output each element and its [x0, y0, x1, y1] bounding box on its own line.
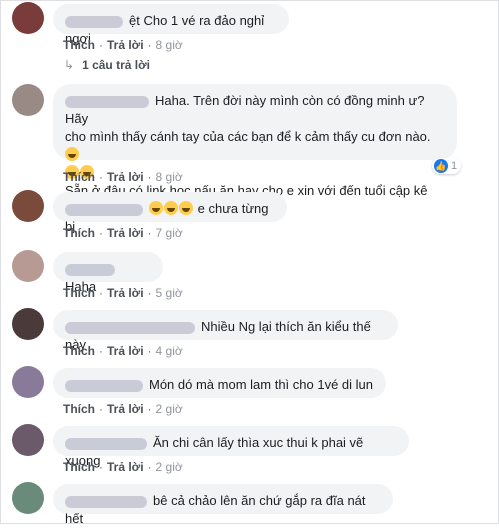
- reply-link[interactable]: Trả lời: [107, 344, 144, 358]
- comment-actions: Thích · Trả lời · 4 giờ: [63, 344, 183, 358]
- timestamp[interactable]: 7 giờ: [156, 226, 183, 240]
- comment-bubble: e chưa từng bị: [53, 192, 287, 234]
- comment-actions: Thích · Trả lời · 8 giờ: [63, 38, 183, 52]
- laughing-emoji-icon: [149, 201, 163, 215]
- comment-bubble: Món dó mà mom lam thì cho 1vé di lun: [53, 368, 386, 398]
- comment-bubble: Haha. Trên đời này mình còn có đồng minh…: [53, 84, 457, 216]
- reply-link[interactable]: Trả lời: [107, 226, 144, 240]
- avatar[interactable]: [12, 308, 44, 340]
- avatar[interactable]: [12, 424, 44, 456]
- comment-actions: Thích · Trả lời · 5 giờ: [63, 286, 183, 300]
- timestamp[interactable]: 8 giờ: [156, 38, 183, 52]
- laughing-emoji-icon: [65, 147, 79, 161]
- comment-bubble: ệt Cho 1 vé ra đảo nghỉ ngơi: [53, 4, 289, 46]
- reply-link[interactable]: Trả lời: [107, 38, 144, 52]
- avatar[interactable]: [12, 190, 44, 222]
- timestamp[interactable]: 2 giờ: [156, 402, 183, 416]
- comment-bubble: Nhiều Ng lại thích ăn kiểu thế này: [53, 310, 398, 352]
- reaction-count[interactable]: 👍 1: [432, 158, 462, 174]
- comment-text: Món dó mà mom lam thì cho 1vé di lun: [149, 377, 373, 392]
- avatar[interactable]: [12, 482, 44, 514]
- comment-actions: Thích · Trả lời · 2 giờ: [63, 460, 183, 474]
- reply-arrow-icon: ↳: [64, 58, 75, 72]
- author-name-blurred[interactable]: [65, 15, 123, 28]
- reply-link[interactable]: Trả lời: [107, 286, 144, 300]
- like-link[interactable]: Thích: [63, 344, 95, 358]
- laughing-emoji-icon: [179, 201, 193, 215]
- like-icon: 👍: [434, 159, 448, 173]
- comment-actions: Thích · Trả lời · 8 giờ: [63, 170, 183, 184]
- comment-actions: Thích · Trả lời · 7 giờ: [63, 226, 183, 240]
- like-link[interactable]: Thích: [63, 226, 95, 240]
- comment-actions: Thích · Trả lời · 2 giờ: [63, 402, 183, 416]
- avatar[interactable]: [12, 366, 44, 398]
- comment-text-line2: cho mình thấy cánh tay của các bạn để k …: [65, 129, 431, 144]
- author-name-blurred[interactable]: [65, 495, 147, 508]
- like-link[interactable]: Thích: [63, 402, 95, 416]
- timestamp[interactable]: 5 giờ: [156, 286, 183, 300]
- author-name-blurred[interactable]: [65, 203, 143, 216]
- timestamp[interactable]: 4 giờ: [156, 344, 183, 358]
- laughing-emoji-icon: [164, 201, 178, 215]
- author-name-blurred[interactable]: [65, 379, 143, 392]
- author-name-blurred[interactable]: [65, 95, 149, 108]
- author-name-blurred[interactable]: [65, 437, 147, 450]
- view-replies-link[interactable]: ↳ 1 câu trả lời: [64, 58, 150, 72]
- author-name-blurred[interactable]: [65, 263, 115, 276]
- reply-link[interactable]: Trả lời: [107, 402, 144, 416]
- avatar[interactable]: [12, 250, 44, 282]
- like-link[interactable]: Thích: [63, 460, 95, 474]
- comment-bubble: Ăn chi cân lấy thìa xuc thui k phai vẽ x…: [53, 426, 409, 468]
- timestamp[interactable]: 8 giờ: [156, 170, 183, 184]
- like-link[interactable]: Thích: [63, 286, 95, 300]
- like-link[interactable]: Thích: [63, 38, 95, 52]
- comment-bubble: bê cả chảo lên ăn chứ gắp ra đĩa nát hết: [53, 484, 393, 526]
- timestamp[interactable]: 2 giờ: [156, 460, 183, 474]
- like-link[interactable]: Thích: [63, 170, 95, 184]
- author-name-blurred[interactable]: [65, 321, 195, 334]
- reply-link[interactable]: Trả lời: [107, 170, 144, 184]
- avatar[interactable]: [12, 2, 44, 34]
- comment-bubble: Haha: [53, 252, 163, 294]
- avatar[interactable]: [12, 84, 44, 116]
- reply-link[interactable]: Trả lời: [107, 460, 144, 474]
